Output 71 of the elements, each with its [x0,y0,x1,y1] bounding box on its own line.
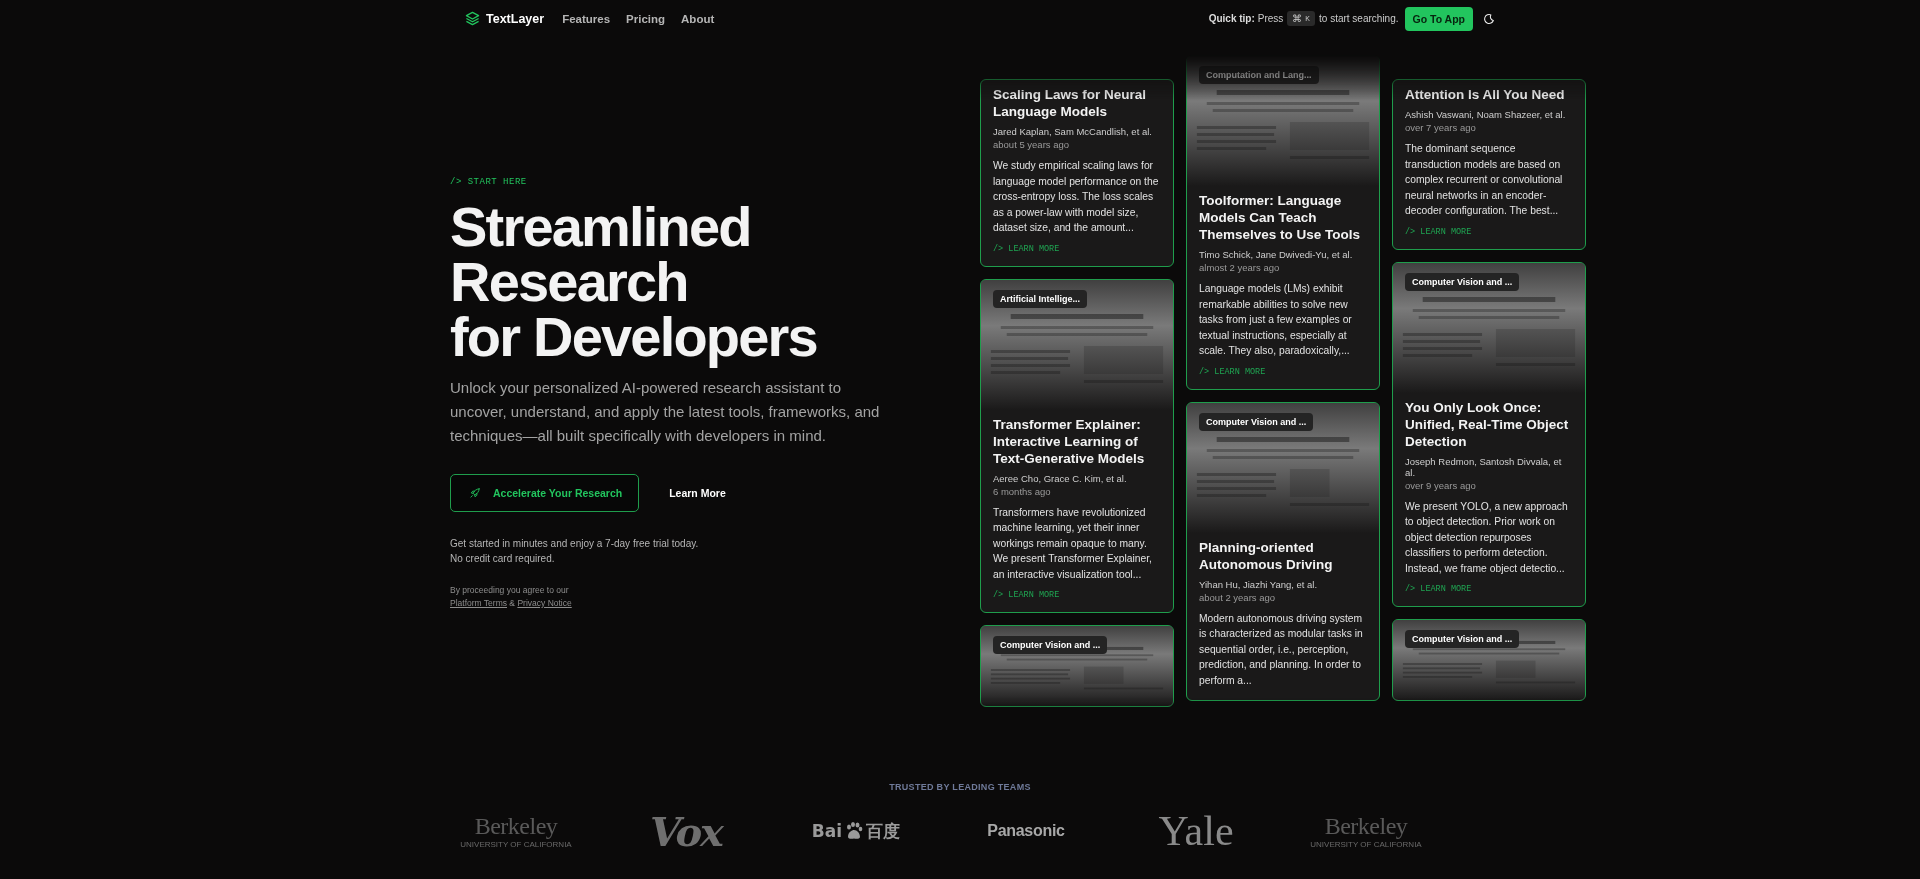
paper-card[interactable] [1392,261,1586,607]
learn-more-link[interactable]: Learn More [669,487,726,499]
category-tag: Computer Vision and ... [1405,630,1520,648]
paper-date: over 9 years ago [1405,479,1477,491]
paper-card[interactable] [980,79,1174,267]
trial-note: Get started in minutes and enjoy a 7-day free trial today. [450,537,700,551]
brand-link[interactable]: TextLayer [486,11,545,26]
paper-card[interactable]: Computer Vision and ... [980,625,1174,707]
paper-abstract: Language models (LMs) exhibit remarkable abilities to solve new tasks from just a few examples or textual instructions, especially at scale. They also, paradoxically,... [1199,282,1353,358]
terms-link[interactable]: Platform Terms [450,598,507,608]
layers-icon[interactable] [465,11,480,26]
paper-date: 6 months ago [993,485,1052,497]
paper-title: Toolformer: Language Models Can Teach Themselves to Use Tools [1199,192,1362,243]
learn-more-link[interactable]: /> LEARN MORE [1405,584,1573,594]
paper-title: Transformer Explainer: Interactive Learning of Text-Generative Models [993,415,1146,467]
paper-title: Planning-oriented Autonomous Driving [1199,538,1334,573]
paper-authors: Yihan Hu, Jiazhi Yang, et al. [1199,578,1319,590]
category-tag: Computation and Lang... [1199,66,1319,84]
paper-date: about 5 years ago [993,139,1071,150]
paper-card[interactable] [1186,55,1380,390]
logo-wordmark: 百度 [866,819,901,843]
paper-date: about 2 years ago [1199,591,1277,603]
logo-wordmark: Berkeley [474,813,558,840]
trial-note: No credit card required. [450,552,556,566]
logo-subtitle: UNIVERSITY OF CALIFORNIA [1310,840,1422,849]
learn-more-link[interactable]: /> LEARN MORE [1199,366,1367,377]
paper-date: almost 2 years ago [1199,262,1281,273]
paper-title: You Only Look Once: Unified, Real-Time Object Detection [1405,398,1570,450]
paper-authors: Timo Schick, Jane Dwivedi-Yu, et al. [1199,249,1354,260]
privacy-link[interactable]: Privacy Notice [517,598,572,608]
nav-link[interactable]: About [681,12,715,25]
legal-notice: By proceeding you agree to our Platform Terms & Privacy Notice [450,584,573,610]
nav-link[interactable]: Features [562,12,611,25]
rocket-icon [469,487,481,499]
go-to-app-button[interactable]: Go To App [1404,6,1473,31]
paper-authors: Ashish Vaswani, Noam Shazeer, et al. [1405,109,1567,120]
paper-abstract: Modern autonomous driving system is characterized as modular tasks in sequential order, i.e., perception, prediction, and planning. In order to perform a... [1199,611,1364,688]
paper-card[interactable]: Computer Vision and ... [1392,619,1586,701]
logo-subtitle: UNIVERSITY OF CALIFORNIA [460,840,572,849]
paper-abstract: Transformers have revolutionized machine learning, yet their inner workings remain opaque to many. We present Transformer Explainer, an interactive visualization tool... [993,505,1153,582]
logo-wordmark: Yale [1158,807,1234,855]
paw-icon [844,821,865,841]
tip-text: to start searching. [1319,13,1399,24]
learn-more-link[interactable]: /> LEARN MORE [993,590,1161,600]
paper-title: Scaling Laws for Neural Language Models [993,86,1148,120]
paper-abstract: We study empirical scaling laws for language model performance on the cross-entropy loss. The loss scales as a power-law with model size, dataset size, and the amount... [993,159,1160,235]
logo-wordmark: Vox [650,807,722,855]
paper-authors: Aeree Cho, Grace C. Kim, et al. [993,472,1128,484]
trusted-heading: TRUSTED BY LEADING TEAMS [888,782,1032,792]
paper-title: Attention Is All You Need [1405,86,1566,103]
paper-abstract: We present YOLO, a new approach to object detection. Prior work on object detection repurposes classifiers to perform detection. Instead, we frame object detectio... [1405,499,1569,576]
logo-wordmark: Panasonic [987,822,1065,840]
paper-card[interactable] [1186,401,1380,701]
accelerate-button[interactable]: Accelerate Your Research [450,474,640,512]
paper-abstract: The dominant sequence transduction models are based on complex recurrent or convolutional neural networks in an encoder-decoder configuration. The best... [1405,142,1564,218]
paper-authors: Jared Kaplan, Sam McCandlish, et al. [993,126,1153,137]
nav-link[interactable]: Pricing [626,12,666,25]
paper-card[interactable] [980,278,1174,613]
logo-wordmark: Bai [811,821,843,841]
paper-authors: Joseph Redmon, Santosh Divvala, et al. [1405,455,1563,478]
learn-more-link[interactable]: /> LEARN MORE [993,243,1161,254]
category-tag: Computer Vision and ... [993,636,1108,654]
paper-date: over 7 years ago [1405,122,1477,133]
eyebrow-label: /> START HERE [450,177,528,187]
tip-text: Press [1257,13,1284,24]
tip-label: Quick tip: [1208,13,1255,24]
hero-subtitle: Unlock your personalized AI-powered research assistant to uncover, understand, and apply the latest tools, frameworks, and techniques—all built specifically with developers in mind. [450,378,881,446]
paper-card[interactable] [1392,79,1586,250]
logo-wordmark: Berkeley [1324,813,1408,840]
learn-more-link[interactable]: /> LEARN MORE [1405,226,1573,237]
moon-icon[interactable] [1483,12,1495,25]
